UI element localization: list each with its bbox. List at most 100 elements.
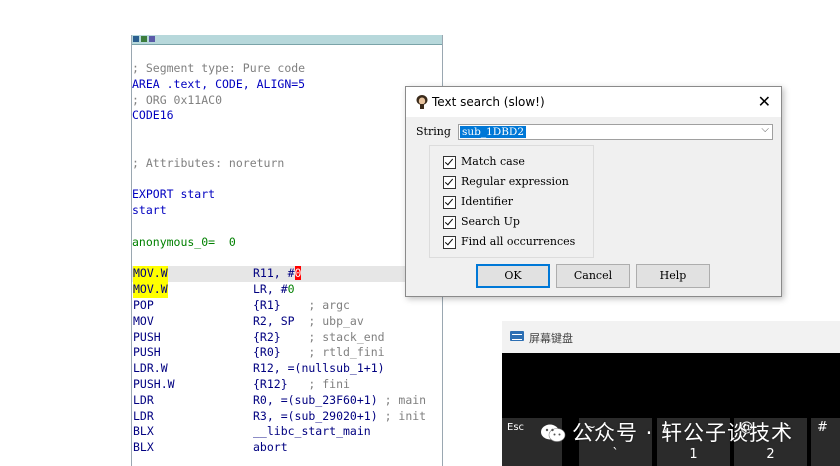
instruction-operands[interactable]: R3, =(sub_29020+1) ; init: [253, 409, 426, 425]
chevron-down-icon[interactable]: ⌵: [761, 124, 769, 135]
operand-text: __libc_start_main: [253, 424, 371, 439]
watermark: 公众号 · 轩公子谈技术: [540, 417, 793, 447]
instruction-line[interactable]: LDR R3, =(sub_29020+1) ; init: [132, 409, 442, 425]
instruction-line[interactable]: BLX __libc_start_main: [132, 424, 442, 440]
instruction-line[interactable]: LDR R0, =(sub_23F60+1) ; main: [132, 393, 442, 409]
disassembly-line[interactable]: AREA .text, CODE, ALIGN=5: [132, 77, 442, 93]
help-button[interactable]: Help: [636, 264, 710, 288]
disassembly-line[interactable]: anonymous_0= 0: [132, 235, 442, 251]
immediate-value: 0: [287, 282, 295, 297]
instruction-mnemonic[interactable]: MOV: [133, 314, 154, 330]
instruction-operands[interactable]: R2, SP ; ubp_av: [253, 314, 364, 330]
ida-app-icon: [416, 95, 428, 109]
keyboard-icon: [510, 331, 524, 341]
disassembly-line[interactable]: ; Attributes: noreturn: [132, 156, 442, 172]
text-cursor: 0: [294, 266, 302, 281]
cancel-button[interactable]: Cancel: [556, 264, 630, 288]
disassembly-line[interactable]: CODE16: [132, 108, 442, 124]
wechat-icon: [541, 424, 566, 442]
text-search-dialog[interactable]: Text search (slow!) ✕ String sub_1DBD2 ⌵…: [405, 86, 782, 297]
key-3[interactable]: #: [811, 418, 840, 466]
instruction-operands[interactable]: R0, =(sub_23F60+1) ; main: [253, 393, 426, 409]
instruction-mnemonic[interactable]: MOV.W: [133, 266, 168, 283]
instruction-comment: ; stack_end: [308, 329, 385, 344]
instruction-operands[interactable]: {R1} ; argc: [253, 298, 350, 314]
dialog-titlebar[interactable]: Text search (slow!) ✕: [406, 87, 781, 117]
operand-text: LR, #: [253, 282, 288, 297]
identifier-checkbox[interactable]: Identifier: [443, 195, 513, 209]
checkbox-checked-icon[interactable]: [443, 215, 456, 229]
instruction-operands[interactable]: R11, #0: [253, 266, 302, 282]
ok-button[interactable]: OK: [476, 264, 550, 288]
operand-text: R11, #: [253, 266, 295, 281]
instruction-mnemonic[interactable]: LDR: [133, 393, 154, 409]
string-label: String: [416, 125, 451, 138]
instruction-operands[interactable]: {R0} ; rtld_fini: [253, 345, 385, 361]
instruction-line[interactable]: LDR.W R12, =(nullsub_1+1): [132, 361, 442, 377]
instruction-operands[interactable]: {R12} ; fini: [253, 377, 350, 393]
operand-text: R0, =(sub_23F60+1): [253, 392, 385, 407]
instruction-mnemonic[interactable]: PUSH: [133, 345, 161, 361]
instruction-mnemonic[interactable]: LDR.W: [133, 361, 168, 377]
find-all-occurrences-checkbox[interactable]: Find all occurrences: [443, 235, 575, 249]
string-combobox[interactable]: sub_1DBD2 ⌵: [458, 124, 773, 140]
disassembly-line[interactable]: start: [132, 203, 442, 219]
blank-line[interactable]: [132, 172, 442, 188]
search-options-group: Match case Regular expression Identifier…: [429, 145, 594, 258]
instruction-mnemonic[interactable]: POP: [133, 298, 154, 314]
instruction-mnemonic[interactable]: MOV.W: [133, 282, 168, 298]
instruction-line[interactable]: PUSH {R2} ; stack_end: [132, 330, 442, 346]
instruction-line[interactable]: PUSH {R0} ; rtld_fini: [132, 345, 442, 361]
instruction-line[interactable]: POP {R1} ; argc: [132, 298, 442, 314]
disassembly-line[interactable]: ; ORG 0x11AC0: [132, 93, 442, 109]
instruction-operands[interactable]: R12, =(nullsub_1+1): [253, 361, 385, 377]
instruction-mnemonic[interactable]: BLX: [133, 440, 154, 456]
blank-line[interactable]: [132, 219, 442, 235]
window-icon: [133, 36, 139, 42]
checkbox-checked-icon[interactable]: [443, 195, 456, 209]
window-icon: [149, 36, 155, 42]
instruction-mnemonic[interactable]: PUSH.W: [133, 377, 175, 393]
instruction-comment: ; rtld_fini: [308, 345, 385, 360]
instruction-mnemonic[interactable]: PUSH: [133, 330, 161, 346]
key-label: #: [817, 420, 828, 435]
instruction-mnemonic[interactable]: BLX: [133, 424, 154, 440]
operand-text: R2, SP: [253, 313, 309, 328]
key-label: 2: [766, 447, 775, 462]
blank-line[interactable]: [132, 140, 442, 156]
blank-line[interactable]: [132, 124, 442, 140]
instruction-operands[interactable]: __libc_start_main: [253, 424, 371, 440]
search-up-checkbox[interactable]: Search Up: [443, 215, 520, 229]
instruction-comment: ; fini: [308, 376, 350, 391]
regular-expression-checkbox[interactable]: Regular expression: [443, 175, 569, 189]
disassembly-listing[interactable]: ; Segment type: Pure code AREA .text, COD…: [132, 61, 442, 456]
blank-line[interactable]: [132, 251, 442, 267]
instruction-line[interactable]: MOV.W LR, #0: [132, 282, 442, 298]
disassembly-line[interactable]: EXPORT start: [132, 187, 442, 203]
checkbox-checked-icon[interactable]: [443, 235, 456, 249]
instruction-operands[interactable]: {R2} ; stack_end: [253, 330, 385, 346]
instruction-operands[interactable]: LR, #0: [253, 282, 295, 298]
close-icon[interactable]: ✕: [758, 92, 771, 111]
keyboard-titlebar[interactable]: 屏幕键盘: [502, 321, 840, 353]
instruction-line[interactable]: MOV R2, SP ; ubp_av: [132, 314, 442, 330]
instruction-operands[interactable]: abort: [253, 440, 288, 456]
instruction-mnemonic[interactable]: LDR: [133, 409, 154, 425]
keyboard-title: 屏幕键盘: [529, 332, 573, 345]
instruction-line[interactable]: MOV.W R11, #0: [132, 266, 442, 283]
instruction-comment: ; main: [384, 392, 427, 407]
key-label: `: [612, 447, 619, 462]
window-icon: [141, 36, 147, 42]
instruction-line[interactable]: BLX abort: [132, 440, 442, 456]
checkbox-checked-icon[interactable]: [443, 155, 456, 169]
disassembly-line[interactable]: ; Segment type: Pure code: [132, 61, 442, 77]
instruction-line[interactable]: PUSH.W {R12} ; fini: [132, 377, 442, 393]
checkbox-label: Regular expression: [461, 175, 569, 188]
string-input-value[interactable]: sub_1DBD2: [460, 126, 527, 138]
instruction-comment: ; ubp_av: [308, 313, 364, 328]
checkbox-checked-icon[interactable]: [443, 175, 456, 189]
match-case-checkbox[interactable]: Match case: [443, 155, 525, 169]
disassembly-window[interactable]: ; Segment type: Pure code AREA .text, COD…: [131, 35, 443, 466]
operand-text: {R2}: [253, 329, 309, 344]
operand-text: {R1}: [253, 297, 309, 312]
